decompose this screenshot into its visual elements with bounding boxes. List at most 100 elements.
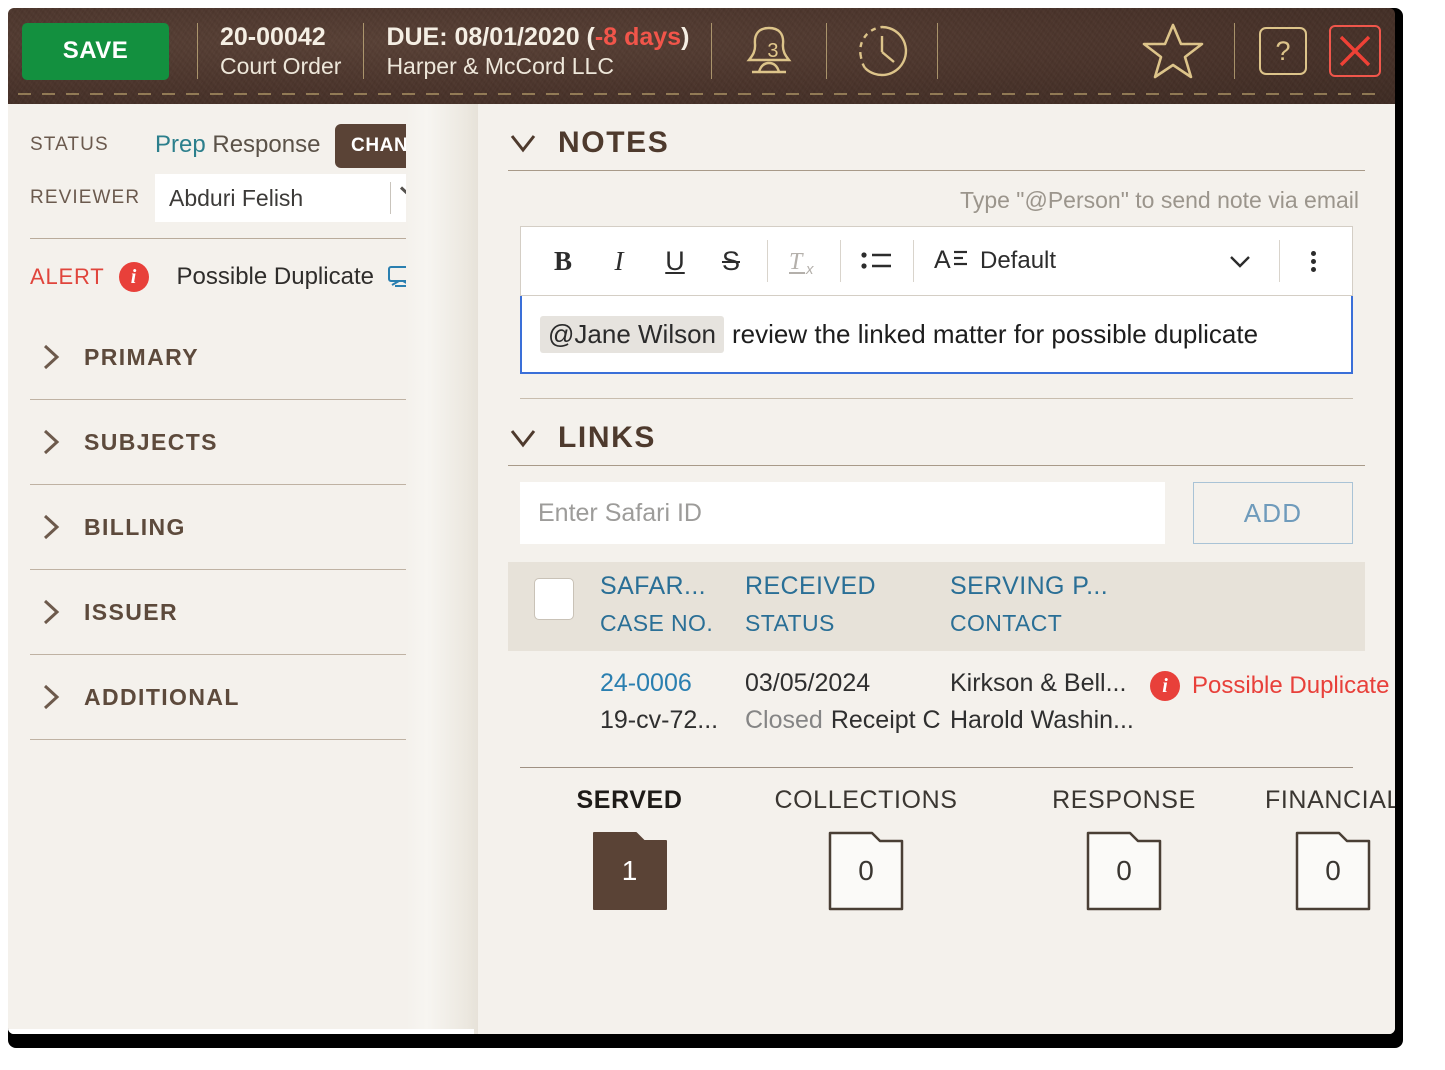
chevron-right-icon: [40, 427, 62, 457]
font-style-value: Default: [980, 247, 1057, 274]
change-status-button[interactable]: CHANGE: [335, 124, 453, 168]
sidebar-section-issuer[interactable]: ISSUER: [30, 570, 453, 655]
chevron-right-icon: [40, 597, 62, 627]
due-overdue: -8 days: [594, 22, 682, 51]
contacts-icon[interactable]: 3: [712, 22, 826, 80]
status-value-primary: Prep: [155, 131, 206, 158]
mention-hint: Type "@Person" to send note via email: [960, 187, 1359, 213]
toolbar-separator: [840, 240, 841, 282]
case-identity: 20-00042 Court Order: [198, 22, 363, 81]
sidebar-section-primary[interactable]: PRIMARY: [30, 315, 453, 400]
divider: [508, 170, 1365, 171]
close-button[interactable]: [1329, 25, 1381, 77]
chevron-down-icon: [508, 424, 538, 452]
cell-case-no: 19-cv-72...: [600, 706, 719, 734]
status-value-secondary: Response: [212, 131, 321, 158]
case-type: Court Order: [220, 53, 342, 80]
column-safari[interactable]: SAFAR... CASE NO.: [600, 572, 745, 637]
row-select-cell: [508, 669, 600, 735]
column-header-case-no: CASE NO.: [600, 610, 714, 636]
reviewer-value: Abduri Felish: [169, 184, 304, 211]
alert-label: ALERT: [30, 264, 105, 289]
case-number: 20-00042: [220, 22, 326, 51]
reviewer-select[interactable]: Abduri Felish: [155, 174, 453, 222]
folder-tabs: SERVED 1 COLLECTIONS 0 RESPONSE 0 FINANC…: [508, 768, 1395, 913]
toolbar-separator: [767, 240, 768, 282]
folder-tab-response[interactable]: RESPONSE 0: [995, 786, 1253, 913]
duplicate-flag-text: Possible Duplicate: [1192, 672, 1390, 699]
cell-status-state: Closed: [745, 706, 823, 734]
cell-serving: Kirkson & Bell... Harold Washin...: [950, 669, 1150, 735]
link-safari-id[interactable]: 24-0006: [600, 669, 745, 698]
clear-formatting-button[interactable]: T x: [776, 235, 832, 287]
chevron-right-icon: [40, 342, 62, 372]
chevron-down-icon: [1227, 252, 1253, 270]
folder-count: 0: [1116, 855, 1132, 886]
history-clock-icon[interactable]: [827, 22, 937, 80]
folder-tab-financial[interactable]: FINANCIAL 0: [1253, 786, 1395, 913]
folder-count: 0: [1325, 855, 1341, 886]
status-row: STATUS Prep Response CHANGE: [30, 122, 453, 168]
column-serving[interactable]: SERVING P... CONTACT: [950, 572, 1150, 637]
select-all-checkbox[interactable]: [534, 578, 574, 620]
bold-button[interactable]: B: [535, 235, 591, 287]
note-input[interactable]: @Jane Wilson review the linked matter fo…: [520, 296, 1353, 374]
info-icon[interactable]: i: [1150, 671, 1180, 701]
app-root: STATUS Prep Response CHANGE REVIEWER Abd…: [0, 0, 1445, 1070]
bullet-list-button[interactable]: [849, 235, 905, 287]
add-link-button[interactable]: ADD: [1193, 482, 1353, 544]
folder-icon: 0: [1086, 829, 1162, 913]
folder-label: RESPONSE: [1052, 786, 1196, 814]
select-all-cell: [508, 572, 600, 637]
folder-tab-served[interactable]: SERVED 1: [522, 786, 737, 913]
table-header-row: SAFAR... CASE NO. RECEIVED STATUS SERVIN…: [508, 562, 1365, 651]
strikethrough-button[interactable]: S: [703, 235, 759, 287]
favorite-star-icon[interactable]: [1138, 19, 1208, 83]
save-button[interactable]: SAVE: [22, 22, 169, 80]
column-header-serving-party: SERVING P...: [950, 572, 1109, 600]
sidebar-section-subjects[interactable]: SUBJECTS: [30, 400, 453, 485]
cell-status-detail: Receipt C: [830, 706, 941, 734]
alert-message: Possible Duplicate: [176, 263, 374, 290]
reviewer-label: REVIEWER: [30, 187, 141, 208]
table-row[interactable]: 24-0006 19-cv-72... 03/05/2024 Closed Re…: [508, 651, 1389, 749]
due-info: DUE: 08/01/2020 (-8 days) Harper & McCor…: [364, 22, 711, 81]
sidebar-section-additional[interactable]: ADDITIONAL: [30, 655, 453, 740]
due-suffix: ): [681, 22, 690, 51]
notes-section-header[interactable]: NOTES: [508, 126, 1365, 160]
help-button[interactable]: ?: [1259, 27, 1307, 75]
duplicate-link-icon[interactable]: [386, 264, 416, 290]
links-title: LINKS: [558, 421, 656, 454]
links-table: SAFAR... CASE NO. RECEIVED STATUS SERVIN…: [508, 562, 1389, 749]
cell-safari: 24-0006 19-cv-72...: [600, 669, 745, 735]
sidebar-section-billing[interactable]: BILLING: [30, 485, 453, 570]
column-received[interactable]: RECEIVED STATUS: [745, 572, 950, 637]
cell-received-date: 03/05/2024: [745, 669, 871, 697]
folder-icon: 1: [592, 829, 668, 913]
info-icon[interactable]: i: [118, 262, 149, 292]
sidebar-section-label: SUBJECTS: [84, 428, 218, 455]
italic-button[interactable]: I: [591, 235, 647, 287]
folder-icon: 0: [1295, 829, 1371, 913]
safari-id-input[interactable]: [520, 482, 1165, 544]
toolbar-separator: [913, 240, 914, 282]
more-options-icon[interactable]: [1288, 248, 1338, 275]
divider: [508, 465, 1365, 466]
cell-serving-party: Kirkson & Bell...: [950, 669, 1127, 697]
toolbar-separator: [1279, 240, 1280, 282]
page-body: STATUS Prep Response CHANGE REVIEWER Abd…: [8, 104, 1395, 1034]
sidebar-section-label: ISSUER: [84, 598, 179, 625]
editor-toolbar: B I U S T x A Default: [520, 226, 1353, 296]
chevron-right-icon: [40, 512, 62, 542]
link-add-row: ADD: [520, 482, 1353, 544]
mention-chip[interactable]: @Jane Wilson: [540, 315, 725, 353]
font-style-dropdown[interactable]: A Default: [922, 235, 1271, 287]
folder-label: COLLECTIONS: [774, 786, 958, 814]
links-section-header[interactable]: LINKS: [508, 421, 1365, 455]
firm-name: Harper & McCord LLC: [386, 53, 614, 80]
folder-label: FINANCIAL: [1265, 786, 1395, 814]
folder-tab-collections[interactable]: COLLECTIONS 0: [737, 786, 995, 913]
underline-button[interactable]: U: [647, 235, 703, 287]
due-prefix: DUE: 08/01/2020 (: [386, 22, 595, 51]
chevron-down-icon: [508, 129, 538, 157]
